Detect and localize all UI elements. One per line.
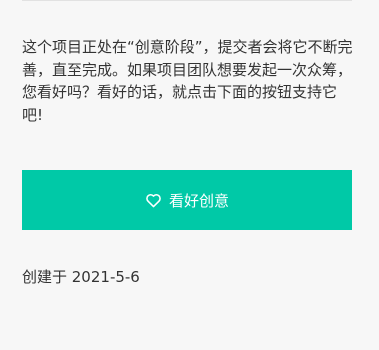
like-idea-button[interactable]: 看好创意 xyxy=(22,170,352,230)
top-divider xyxy=(22,0,352,1)
heart-icon xyxy=(145,192,162,209)
like-idea-button-label: 看好创意 xyxy=(168,191,229,210)
created-date: 创建于 2021-5-6 xyxy=(22,268,140,286)
project-stage-description: 这个项目正处在“创意阶段”，提交者会将它不断完善，直至完成。如果项目团队想要发起… xyxy=(22,38,353,124)
